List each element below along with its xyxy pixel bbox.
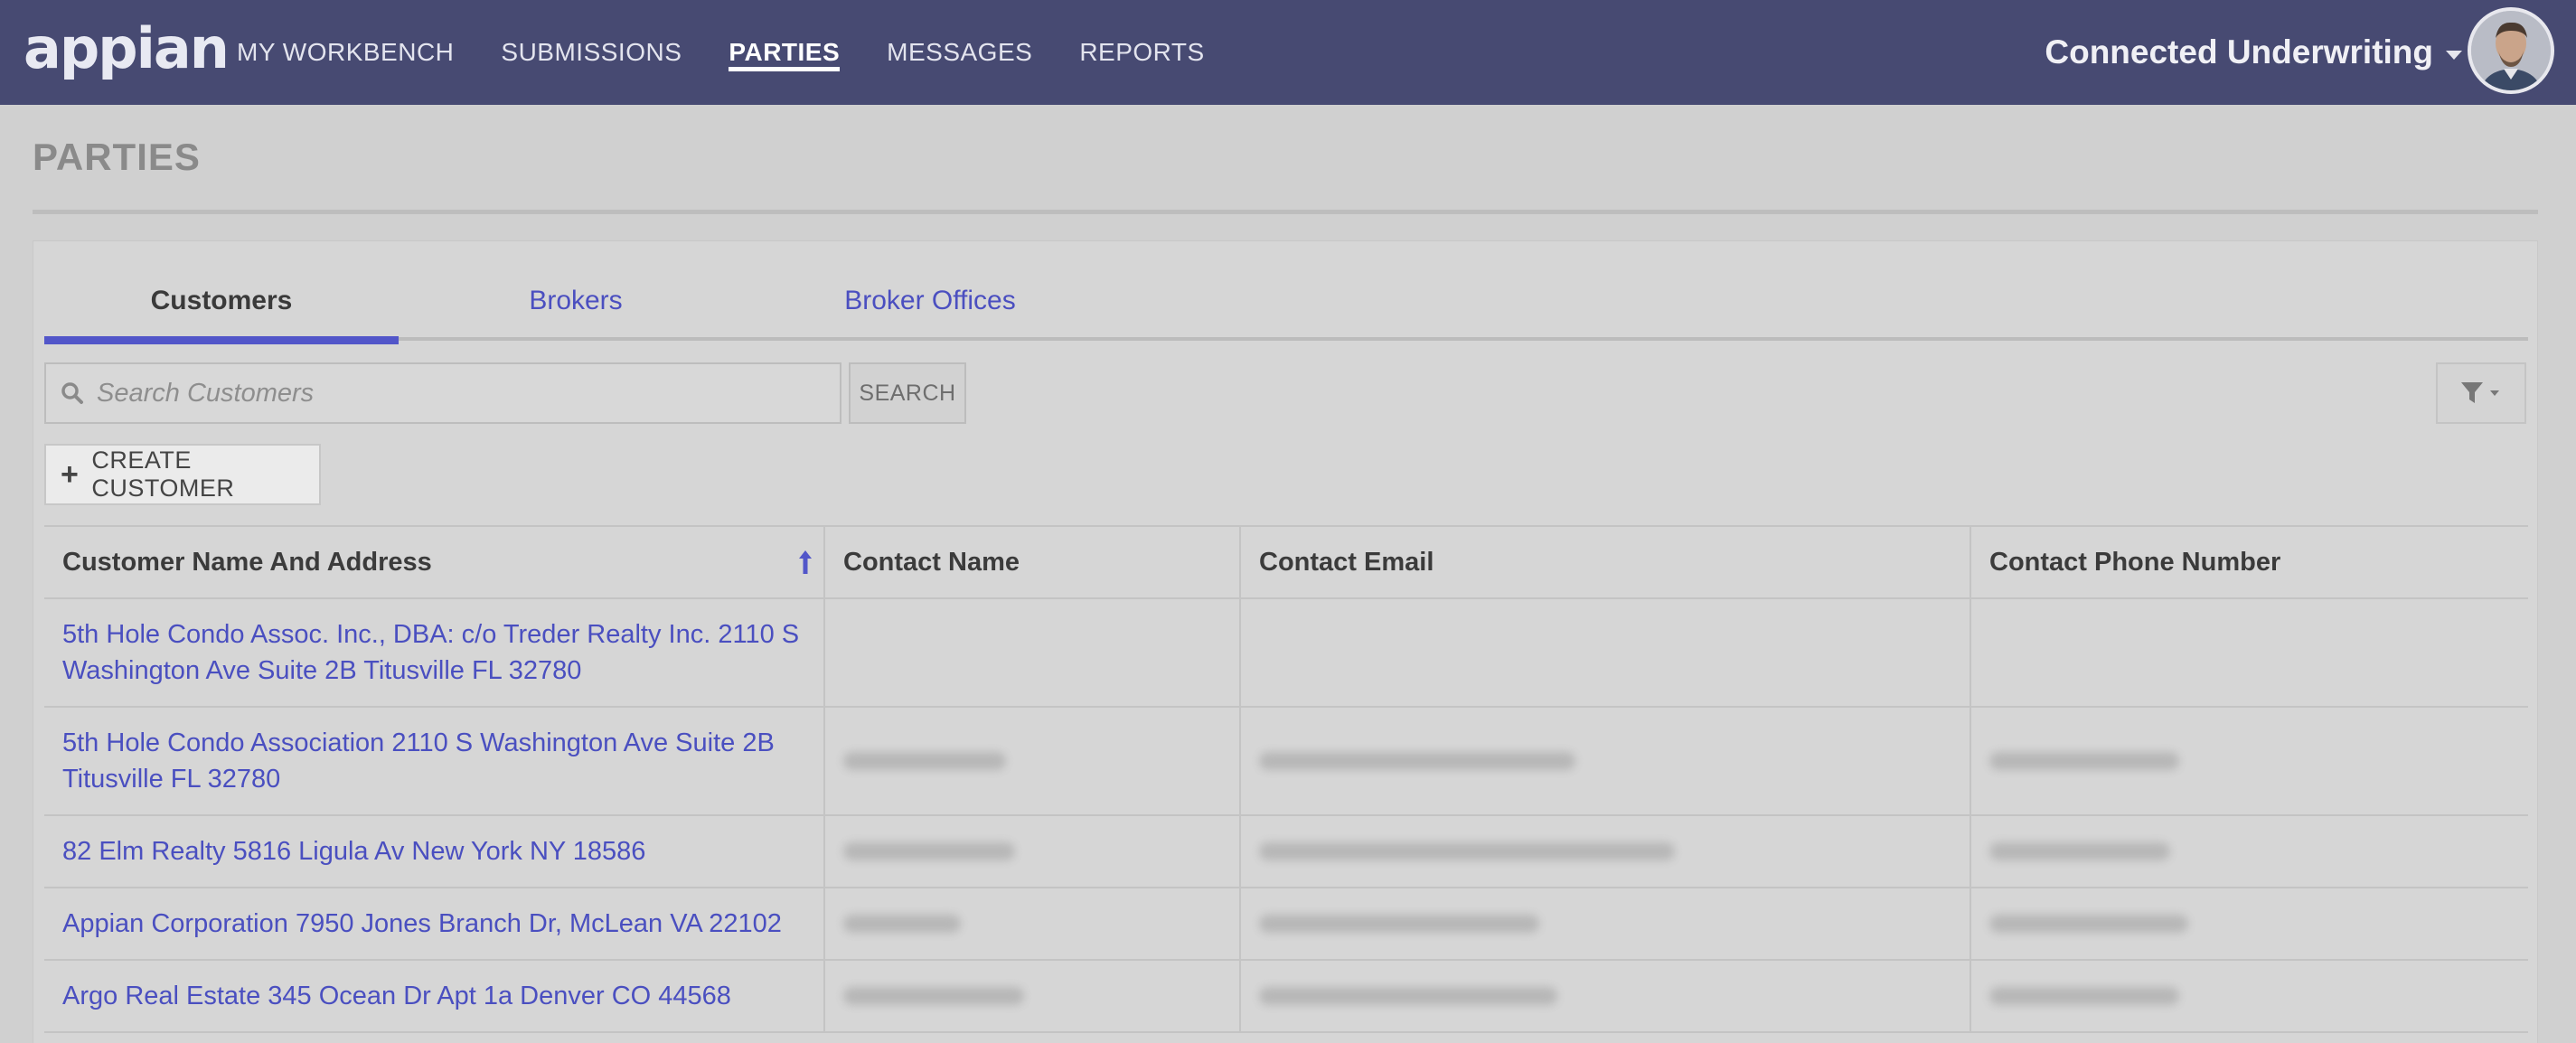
customer-cell: 5th Hole Condo Association 2110 S Washin… [44, 708, 825, 814]
tab-broker-offices[interactable]: Broker Offices [753, 261, 1107, 341]
contact-name-cell [825, 816, 1241, 887]
table-row: 5th Hole Condo Assoc. Inc., DBA: c/o Tre… [44, 599, 2528, 708]
table-row: 82 Elm Realty 5816 Ligula Av New York NY… [44, 816, 2528, 888]
search-button[interactable]: SEARCH [849, 362, 966, 424]
table-row: Argo Real Estate 345 Ocean Dr Apt 1a Den… [44, 961, 2528, 1033]
table-header-row: Customer Name And Address Contact Name C… [44, 525, 2528, 599]
contact-name-cell [825, 599, 1241, 706]
appian-logo[interactable]: appian [24, 21, 230, 77]
title-divider [33, 210, 2538, 214]
contact-email-cell [1241, 961, 1971, 1031]
customer-link[interactable]: Appian Corporation 7950 Jones Branch Dr,… [62, 906, 782, 942]
redacted-text [843, 842, 1015, 860]
contact-email-cell [1241, 599, 1971, 706]
top-navigation-bar: appian MY WORKBENCH SUBMISSIONS PARTIES … [0, 0, 2576, 105]
nav-item-parties[interactable]: PARTIES [729, 0, 840, 105]
table-row: Appian Corporation 7950 Jones Branch Dr,… [44, 888, 2528, 961]
customer-link[interactable]: Argo Real Estate 345 Ocean Dr Apt 1a Den… [62, 978, 731, 1014]
contact-name-cell [825, 888, 1241, 959]
plus-icon: + [61, 456, 80, 492]
search-field[interactable] [44, 362, 841, 424]
contact-phone-cell [1971, 888, 2528, 959]
contact-name-cell [825, 708, 1241, 814]
redacted-text [1259, 842, 1675, 860]
contact-phone-cell [1971, 708, 2528, 814]
customer-link[interactable]: 5th Hole Condo Assoc. Inc., DBA: c/o Tre… [62, 616, 805, 689]
contact-phone-cell [1971, 816, 2528, 887]
filter-button[interactable] [2436, 362, 2526, 424]
customer-link[interactable]: 5th Hole Condo Association 2110 S Washin… [62, 725, 805, 797]
caret-down-icon [2446, 51, 2462, 60]
app-name: Connected Underwriting [2045, 33, 2433, 70]
redacted-text [843, 987, 1024, 1005]
contact-email-cell [1241, 816, 1971, 887]
nav-item-my-workbench[interactable]: MY WORKBENCH [237, 0, 454, 105]
main-nav: MY WORKBENCH SUBMISSIONS PARTIES MESSAGE… [237, 0, 1252, 105]
customer-cell: Appian Corporation 7950 Jones Branch Dr,… [44, 888, 825, 959]
user-avatar[interactable] [2468, 7, 2554, 94]
redacted-text [1259, 915, 1539, 933]
column-header-contact-phone[interactable]: Contact Phone Number [1971, 527, 2528, 597]
redacted-text [843, 752, 1006, 770]
column-header-contact-name[interactable]: Contact Name [825, 527, 1241, 597]
customer-link[interactable]: 82 Elm Realty 5816 Ligula Av New York NY… [62, 833, 645, 869]
create-customer-button[interactable]: + CREATE CUSTOMER [44, 444, 321, 505]
table-row: 5th Hole Condo Association 2110 S Washin… [44, 708, 2528, 816]
create-customer-label: CREATE CUSTOMER [91, 446, 235, 502]
column-header-customer[interactable]: Customer Name And Address [44, 527, 825, 597]
contact-phone-cell [1971, 599, 2528, 706]
search-icon [61, 382, 83, 404]
tab-brokers[interactable]: Brokers [399, 261, 753, 341]
customer-cell: Argo Real Estate 345 Ocean Dr Apt 1a Den… [44, 961, 825, 1031]
parties-card: Customers Brokers Broker Offices SEARCH … [33, 240, 2538, 1043]
nav-item-submissions[interactable]: SUBMISSIONS [501, 0, 682, 105]
app-switcher[interactable]: Connected Underwriting [2045, 0, 2462, 105]
filter-icon [2461, 382, 2499, 403]
customer-cell: 82 Elm Realty 5816 Ligula Av New York NY… [44, 816, 825, 887]
tab-customers[interactable]: Customers [44, 261, 399, 344]
column-header-contact-email[interactable]: Contact Email [1241, 527, 1971, 597]
contact-phone-cell [1971, 961, 2528, 1031]
tab-bar: Customers Brokers Broker Offices [44, 261, 2528, 344]
redacted-text [1989, 842, 2170, 860]
redacted-text [1259, 752, 1575, 770]
nav-item-messages[interactable]: MESSAGES [887, 0, 1032, 105]
page-title: PARTIES [33, 136, 201, 178]
user-avatar-icon [2471, 11, 2551, 90]
redacted-text [1989, 987, 2179, 1005]
redacted-text [843, 915, 961, 933]
contact-email-cell [1241, 708, 1971, 814]
redacted-text [1989, 752, 2179, 770]
nav-item-reports[interactable]: REPORTS [1079, 0, 1204, 105]
contact-name-cell [825, 961, 1241, 1031]
search-input[interactable] [97, 378, 820, 409]
contact-email-cell [1241, 888, 1971, 959]
sort-ascending-icon[interactable] [796, 549, 814, 576]
redacted-text [1989, 915, 2188, 933]
redacted-text [1259, 987, 1557, 1005]
customer-cell: 5th Hole Condo Assoc. Inc., DBA: c/o Tre… [44, 599, 825, 706]
customers-table: Customer Name And Address Contact Name C… [44, 525, 2528, 1033]
